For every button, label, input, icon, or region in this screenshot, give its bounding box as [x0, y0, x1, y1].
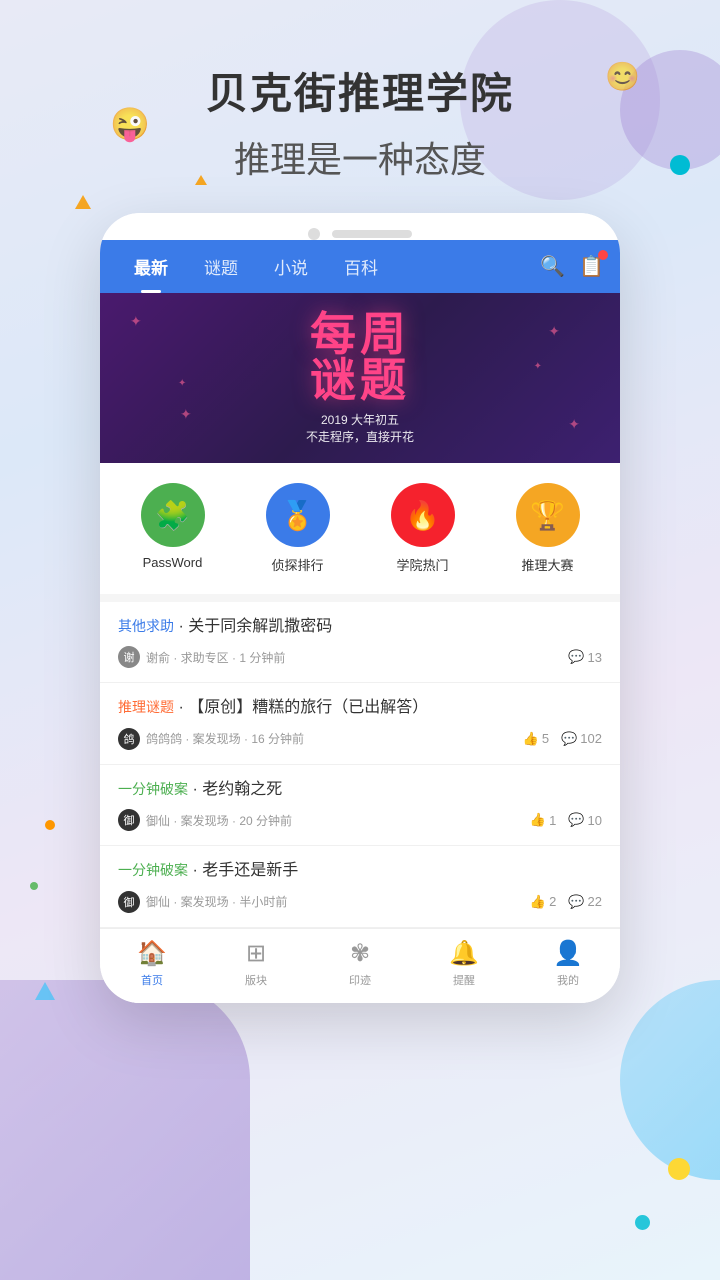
feed-item-meta-1: 谢 谢俞 · 求助专区 · 1 分钟前 💬 13 — [118, 646, 602, 668]
star-deco4: ✦ — [568, 416, 580, 433]
quick-icon-hot[interactable]: 🔥 学院热门 — [391, 483, 455, 574]
trace-label: 印迹 — [349, 972, 371, 988]
phone-camera — [308, 228, 320, 240]
phone-speaker — [332, 230, 412, 238]
feed-avatar-1: 谢 — [118, 646, 140, 668]
feed-item-meta-3: 御 御仙 · 案发现场 · 20 分钟前 👍 1 💬 10 — [118, 809, 602, 831]
banner-image[interactable]: 每周谜题 2019 大年初五 不走程序，直接开花 ✦ ✦ ✦ ✦ ✦ ✦ — [100, 293, 620, 463]
tab-puzzle[interactable]: 谜题 — [186, 240, 256, 293]
star-deco: ✦ — [130, 313, 142, 330]
quick-icons-section: 🧩 PassWord 🏅 侦探排行 🔥 学院热门 🏆 推理大赛 — [100, 463, 620, 602]
hot-icon-circle: 🔥 — [391, 483, 455, 547]
app-content: 最新 谜题 小说 百科 🔍 📋 每周谜题 2019 大 — [100, 240, 620, 1003]
feed-meta-left-2: 鸽 鸽鸽鸽 · 案发现场 · 16 分钟前 — [118, 728, 304, 750]
feed-meta-text-3: 御仙 · 案发现场 · 20 分钟前 — [146, 812, 292, 829]
password-icon-circle: 🧩 — [141, 483, 205, 547]
bottom-nav-board[interactable]: ⊞ 版块 — [226, 939, 286, 988]
password-label: PassWord — [143, 555, 203, 570]
feed-category-2: 推理谜题 — [118, 699, 174, 715]
feed-likes-2: 👍 5 — [523, 731, 549, 747]
home-label: 首页 — [141, 972, 163, 988]
feed-comments-3: 💬 10 — [568, 812, 602, 828]
feed-item-1[interactable]: 其他求助 · 关于同余解凯撒密码 谢 谢俞 · 求助专区 · 1 分钟前 💬 1… — [100, 602, 620, 683]
bell-icon: 🔔 — [449, 939, 479, 968]
feed-meta-right-2: 👍 5 💬 102 — [523, 731, 602, 747]
bottom-nav-trace[interactable]: ✾ 印迹 — [330, 939, 390, 988]
feed-category-3: 一分钟破案 — [118, 781, 188, 797]
star-deco3: ✦ — [180, 406, 192, 423]
feed-category-1: 其他求助 — [118, 618, 174, 634]
feed-meta-right-1: 💬 13 — [568, 649, 602, 665]
bottom-nav-home[interactable]: 🏠 首页 — [122, 939, 182, 988]
feed-item-3[interactable]: 一分钟破案 · 老约翰之死 御 御仙 · 案发现场 · 20 分钟前 👍 1 — [100, 765, 620, 846]
bottom-nav-profile[interactable]: 👤 我的 — [538, 939, 598, 988]
feed-meta-left-1: 谢 谢俞 · 求助专区 · 1 分钟前 — [118, 646, 285, 668]
banner-area: 每周谜题 2019 大年初五 不走程序，直接开花 ✦ ✦ ✦ ✦ ✦ ✦ — [100, 293, 620, 463]
star-deco5: ✦ — [178, 378, 186, 389]
profile-label: 我的 — [557, 972, 579, 988]
board-icon: ⊞ — [246, 939, 266, 968]
feed-avatar-3: 御 — [118, 809, 140, 831]
ranking-label: 侦探排行 — [271, 555, 323, 574]
trace-icon: ✾ — [350, 939, 370, 968]
nav-tabs: 最新 谜题 小说 百科 — [116, 240, 396, 293]
quick-icon-password[interactable]: 🧩 PassWord — [141, 483, 205, 574]
feed-item-meta-4: 御 御仙 · 案发现场 · 半小时前 👍 2 💬 22 — [118, 891, 602, 913]
feed-category-4: 一分钟破案 — [118, 862, 188, 878]
feed-avatar-2: 鸽 — [118, 728, 140, 750]
feed-meta-left-4: 御 御仙 · 案发现场 · 半小时前 — [118, 891, 287, 913]
quick-icon-contest[interactable]: 🏆 推理大赛 — [516, 483, 580, 574]
bottom-nav-reminder[interactable]: 🔔 提醒 — [434, 939, 494, 988]
feed-avatar-4: 御 — [118, 891, 140, 913]
feed-item-4[interactable]: 一分钟破案 · 老手还是新手 御 御仙 · 案发现场 · 半小时前 👍 2 — [100, 846, 620, 927]
tab-latest[interactable]: 最新 — [116, 240, 186, 293]
board-label: 版块 — [245, 972, 267, 988]
feed-item-meta-2: 鸽 鸽鸽鸽 · 案发现场 · 16 分钟前 👍 5 💬 102 — [118, 728, 602, 750]
feed-item-title-2: 推理谜题 · 【原创】糟糕的旅行（已出解答） — [118, 697, 602, 719]
feed-comments-2: 💬 102 — [561, 731, 602, 747]
feed-item-2[interactable]: 推理谜题 · 【原创】糟糕的旅行（已出解答） 鸽 鸽鸽鸽 · 案发现场 · 16… — [100, 683, 620, 764]
bottom-navigation: 🏠 首页 ⊞ 版块 ✾ 印迹 🔔 提醒 👤 我的 — [100, 928, 620, 1003]
profile-icon: 👤 — [553, 939, 583, 968]
calendar-icon[interactable]: 📋 — [579, 254, 604, 279]
app-subtitle: 推理是一种态度 — [0, 131, 720, 183]
feed-comments-4: 💬 22 — [568, 894, 602, 910]
tab-novel[interactable]: 小说 — [256, 240, 326, 293]
nav-actions: 🔍 📋 — [540, 254, 604, 279]
feed-meta-left-3: 御 御仙 · 案发现场 · 20 分钟前 — [118, 809, 292, 831]
banner-sub-text: 2019 大年初五 不走程序，直接开花 — [306, 411, 414, 445]
feed-meta-text-1: 谢俞 · 求助专区 · 1 分钟前 — [146, 649, 285, 666]
tab-wiki[interactable]: 百科 — [326, 240, 396, 293]
home-icon: 🏠 — [137, 939, 167, 968]
star-deco2: ✦ — [548, 323, 560, 340]
notification-badge — [598, 250, 608, 260]
star-deco6: ✦ — [534, 361, 542, 372]
hot-label: 学院热门 — [396, 555, 448, 574]
ranking-icon-circle: 🏅 — [266, 483, 330, 547]
phone-frame: 最新 谜题 小说 百科 🔍 📋 每周谜题 2019 大 — [100, 213, 620, 1003]
quick-icon-ranking[interactable]: 🏅 侦探排行 — [266, 483, 330, 574]
feed-item-title-4: 一分钟破案 · 老手还是新手 — [118, 860, 602, 882]
reminder-label: 提醒 — [453, 972, 475, 988]
phone-notch — [100, 213, 620, 240]
header-section: 贝克街推理学院 推理是一种态度 — [0, 0, 720, 213]
feed-likes-4: 👍 2 — [530, 894, 556, 910]
feed-meta-right-4: 👍 2 💬 22 — [530, 894, 602, 910]
contest-label: 推理大赛 — [521, 555, 573, 574]
contest-icon-circle: 🏆 — [516, 483, 580, 547]
feed-comments-1: 💬 13 — [568, 649, 602, 665]
feed-likes-3: 👍 1 — [530, 812, 556, 828]
app-title: 贝克街推理学院 — [0, 60, 720, 121]
feed-item-title-3: 一分钟破案 · 老约翰之死 — [118, 779, 602, 801]
feed-list: 其他求助 · 关于同余解凯撒密码 谢 谢俞 · 求助专区 · 1 分钟前 💬 1… — [100, 602, 620, 928]
feed-meta-text-2: 鸽鸽鸽 · 案发现场 · 16 分钟前 — [146, 730, 304, 747]
search-icon[interactable]: 🔍 — [540, 254, 565, 279]
banner-main-text: 每周谜题 — [310, 311, 410, 403]
feed-item-title-1: 其他求助 · 关于同余解凯撒密码 — [118, 616, 602, 638]
navigation-bar: 最新 谜题 小说 百科 🔍 📋 — [100, 240, 620, 293]
feed-meta-right-3: 👍 1 💬 10 — [530, 812, 602, 828]
feed-meta-text-4: 御仙 · 案发现场 · 半小时前 — [146, 893, 287, 910]
